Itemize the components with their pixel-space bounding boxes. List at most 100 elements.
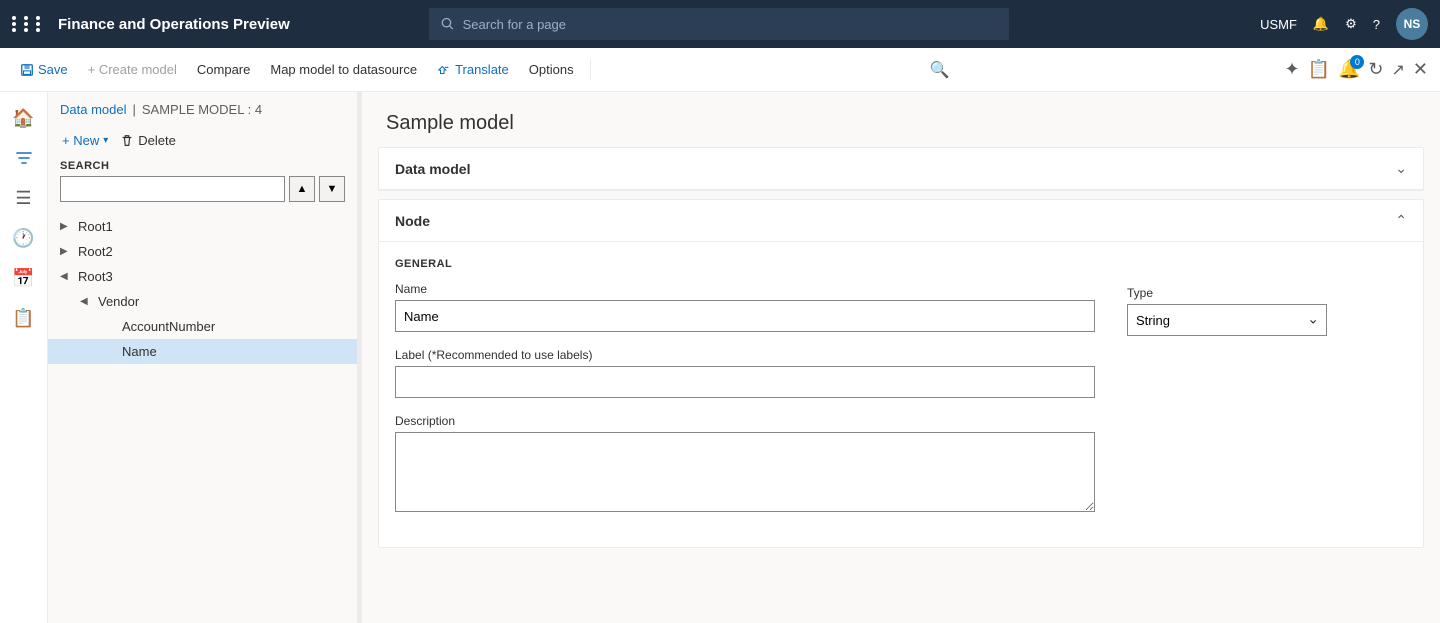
breadcrumb-data-model[interactable]: Data model (60, 102, 126, 117)
search-section: SEARCH ▲ ▼ (48, 160, 357, 210)
main-layout: 🏠 ☰ 🕐 📅 📋 Data model | SAMPLE MODEL : 4 … (0, 92, 1440, 623)
top-nav: Finance and Operations Preview USMF 🔔 ⚙ … (0, 0, 1440, 48)
refresh-icon[interactable]: ↻ (1368, 59, 1383, 80)
name-label: Name (395, 282, 1095, 296)
node-form-right: Type String Integer Boolean DateTime (1127, 258, 1407, 531)
label-field: Label (*Recommended to use labels) (395, 348, 1095, 398)
new-label: + New (62, 133, 99, 148)
tree-item-name[interactable]: ▶ Name (48, 339, 357, 364)
open-in-icon[interactable]: ↗ (1391, 60, 1404, 80)
delete-icon (120, 134, 134, 148)
delete-button[interactable]: Delete (118, 129, 178, 152)
tree-label-root1: Root1 (78, 219, 113, 234)
search-down-btn[interactable]: ▼ (319, 176, 345, 202)
type-select-wrapper: String Integer Boolean DateTime (1127, 304, 1327, 336)
detail-panel: Sample model Data model ⌄ Node ⌃ GENERAL (362, 92, 1440, 623)
node-form-row: GENERAL Name Label (*Recommended to use … (395, 258, 1407, 531)
description-label: Description (395, 414, 1095, 428)
home-icon[interactable]: 🏠 (6, 100, 42, 136)
data-model-section: Data model ⌄ (378, 147, 1424, 191)
tree-item-root3[interactable]: ◀ Root3 (48, 264, 357, 289)
node-section-body: GENERAL Name Label (*Recommended to use … (379, 242, 1423, 547)
save-label: Save (38, 62, 68, 77)
type-field: Type String Integer Boolean DateTime (1127, 286, 1407, 336)
node-form-left: GENERAL Name Label (*Recommended to use … (395, 258, 1095, 531)
tree-label-name: Name (122, 344, 157, 359)
search-row: ▲ ▼ (60, 176, 345, 202)
settings-icon[interactable]: ⚙ (1345, 16, 1357, 32)
create-model-label: + Create model (88, 62, 177, 77)
notification-icon[interactable]: 🔔0 (1338, 59, 1360, 80)
new-delete-row: + New ▾ Delete (48, 129, 357, 160)
breadcrumb-sep: | (132, 102, 135, 117)
name-input[interactable] (395, 300, 1095, 332)
compare-button[interactable]: Compare (189, 58, 258, 81)
search-up-btn[interactable]: ▲ (289, 176, 315, 202)
tree-arrow-vendor: ◀ (80, 296, 94, 307)
create-model-button[interactable]: + Create model (80, 58, 185, 81)
avatar[interactable]: NS (1396, 8, 1428, 40)
tree-arrow-root2: ▶ (60, 246, 74, 257)
node-section: Node ⌃ GENERAL Name Label (*Recommended … (378, 199, 1424, 548)
tree-header: Data model | SAMPLE MODEL : 4 (48, 92, 357, 129)
breadcrumb-sample-model: SAMPLE MODEL : 4 (142, 102, 262, 117)
close-icon[interactable]: ✕ (1413, 59, 1428, 80)
tree-arrow-root3: ◀ (60, 271, 74, 282)
name-field: Name (395, 282, 1095, 332)
type-select[interactable]: String Integer Boolean DateTime (1127, 304, 1327, 336)
map-model-label: Map model to datasource (270, 62, 417, 77)
description-input[interactable] (395, 432, 1095, 512)
toolbar-search-icon[interactable]: 🔍 (930, 60, 950, 80)
label-input[interactable] (395, 366, 1095, 398)
general-label: GENERAL (395, 258, 1095, 270)
tree-item-vendor[interactable]: ◀ Vendor (48, 289, 357, 314)
options-label: Options (529, 62, 574, 77)
tree-label-root2: Root2 (78, 244, 113, 259)
tree-label-root3: Root3 (78, 269, 113, 284)
map-model-button[interactable]: Map model to datasource (262, 58, 425, 81)
icon-bar: 🏠 ☰ 🕐 📅 📋 (0, 92, 48, 623)
options-button[interactable]: Options (521, 58, 582, 81)
type-label: Type (1127, 286, 1407, 300)
tree-panel: Data model | SAMPLE MODEL : 4 + New ▾ De… (48, 92, 358, 623)
clock-icon[interactable]: 🕐 (6, 220, 42, 256)
help-icon[interactable]: ? (1373, 17, 1380, 32)
list-icon[interactable]: 📋 (6, 300, 42, 336)
node-section-title: Node (395, 213, 430, 229)
search-input[interactable] (463, 17, 998, 32)
tree-body: ▶ Root1 ▶ Root2 ◀ Root3 ◀ Vendor ▶ Accou… (48, 210, 357, 623)
data-model-section-header[interactable]: Data model ⌄ (379, 148, 1423, 190)
user-label: USMF (1260, 17, 1297, 32)
tree-item-root1[interactable]: ▶ Root1 (48, 214, 357, 239)
node-chevron-icon: ⌃ (1395, 212, 1407, 229)
app-grid-icon[interactable] (12, 16, 46, 32)
description-field: Description (395, 414, 1095, 515)
bell-icon[interactable]: 🔔 (1313, 16, 1329, 32)
translate-label: Translate (455, 62, 509, 77)
data-model-section-title: Data model (395, 161, 470, 177)
data-model-chevron-icon: ⌄ (1395, 160, 1407, 177)
new-chevron: ▾ (103, 135, 108, 146)
save-icon (20, 63, 34, 77)
calendar-icon[interactable]: 📅 (6, 260, 42, 296)
global-search-box[interactable] (429, 8, 1009, 40)
filter-icon[interactable] (6, 140, 42, 176)
node-section-header[interactable]: Node ⌃ (379, 200, 1423, 242)
compare-label: Compare (197, 62, 250, 77)
label-field-label: Label (*Recommended to use labels) (395, 348, 1095, 362)
menu-icon[interactable]: ☰ (6, 180, 42, 216)
search-icon (441, 17, 454, 31)
tree-search-input[interactable] (60, 176, 285, 202)
top-nav-right: USMF 🔔 ⚙ ? NS (1260, 8, 1428, 40)
tree-item-accountnumber[interactable]: ▶ AccountNumber (48, 314, 357, 339)
app-title: Finance and Operations Preview (58, 16, 290, 33)
tree-label-accountnumber: AccountNumber (122, 319, 215, 334)
view-icon[interactable]: 📋 (1308, 59, 1330, 80)
save-button[interactable]: Save (12, 58, 76, 81)
tree-label-vendor: Vendor (98, 294, 139, 309)
personalize-icon[interactable]: ✦ (1284, 59, 1299, 80)
breadcrumb: Data model | SAMPLE MODEL : 4 (60, 102, 345, 117)
new-button[interactable]: + New ▾ (60, 129, 110, 152)
translate-button[interactable]: Translate (429, 58, 517, 81)
tree-item-root2[interactable]: ▶ Root2 (48, 239, 357, 264)
